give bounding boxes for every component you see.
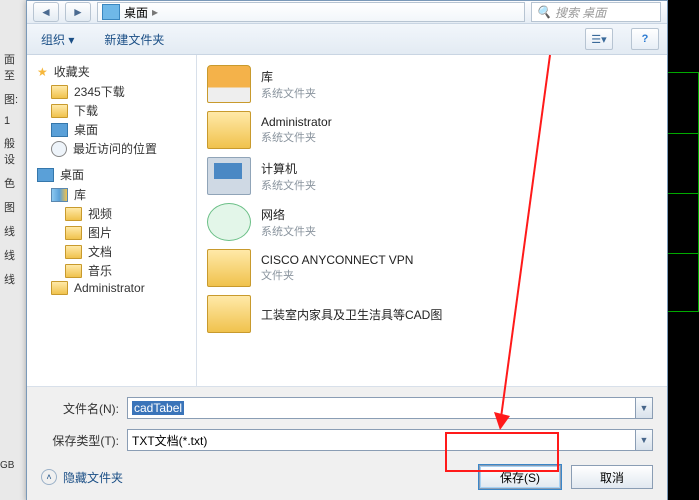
nav-tree[interactable]: ★ 收藏夹 2345下载 下载 桌面 最近访问的位置 桌面 库 视频 图片	[27, 55, 197, 386]
tree-item-desktop[interactable]: 桌面	[37, 120, 192, 139]
nav-back-button[interactable]: ◄	[33, 2, 59, 22]
desktop-icon	[102, 4, 120, 20]
folder-icon	[207, 157, 251, 195]
toolbar: 组织 ▾ 新建文件夹 ☰▾ ?	[27, 24, 667, 55]
tree-item-2345[interactable]: 2345下载	[37, 82, 192, 101]
library-icon	[51, 188, 68, 202]
save-button[interactable]: 保存(S)	[479, 465, 561, 489]
clock-icon	[51, 141, 67, 157]
filename-label: 文件名(N):	[41, 400, 119, 417]
organize-menu[interactable]: 组织 ▾	[35, 28, 80, 51]
folder-icon	[51, 85, 68, 99]
tree-item-pictures[interactable]: 图片	[37, 223, 192, 242]
desktop-icon	[37, 168, 54, 182]
filetype-value: TXT文档(*.txt)	[132, 432, 207, 449]
filetype-label: 保存类型(T):	[41, 432, 119, 449]
tree-item-recent[interactable]: 最近访问的位置	[37, 139, 192, 158]
hide-folders-link[interactable]: ˄ 隐藏文件夹	[41, 469, 123, 486]
folder-icon	[207, 203, 251, 241]
tree-desktop[interactable]: 桌面	[37, 166, 192, 183]
tree-item-downloads[interactable]: 下载	[37, 101, 192, 120]
nav-forward-button[interactable]: ►	[65, 2, 91, 22]
tree-favorites[interactable]: ★ 收藏夹	[37, 63, 192, 80]
list-item[interactable]: Administrator系统文件夹	[201, 107, 663, 153]
list-item-subtitle: 系统文件夹	[261, 177, 316, 193]
save-as-dialog: ◄ ► 桌面 ▸ 🔍 搜索 桌面 组织 ▾ 新建文件夹 ☰▾ ?	[26, 0, 668, 500]
host-app-sidebar: 面至图: 1般设 色图 线线 线 GB	[0, 0, 26, 500]
new-folder-button[interactable]: 新建文件夹	[98, 28, 170, 51]
folder-icon	[65, 245, 82, 259]
folder-icon	[207, 111, 251, 149]
tree-item-music[interactable]: 音乐	[37, 261, 192, 280]
folder-icon	[51, 104, 68, 118]
file-list[interactable]: 库系统文件夹Administrator系统文件夹计算机系统文件夹网络系统文件夹C…	[197, 55, 667, 386]
list-item-title: 库	[261, 68, 316, 85]
dropdown-icon[interactable]: ▼	[635, 398, 652, 418]
search-icon: 🔍	[536, 5, 551, 19]
list-item-title: Administrator	[261, 115, 332, 129]
titlebar: ◄ ► 桌面 ▸ 🔍 搜索 桌面	[27, 1, 667, 24]
search-placeholder: 搜索 桌面	[555, 4, 606, 21]
view-mode-button[interactable]: ☰▾	[585, 28, 613, 50]
dropdown-icon[interactable]: ▼	[635, 430, 652, 450]
cancel-button[interactable]: 取消	[571, 465, 653, 489]
tree-item-documents[interactable]: 文档	[37, 242, 192, 261]
tree-item-video[interactable]: 视频	[37, 204, 192, 223]
folder-icon	[207, 65, 251, 103]
list-item-title: 计算机	[261, 160, 316, 177]
star-icon: ★	[37, 65, 48, 79]
folder-icon	[207, 249, 251, 287]
help-button[interactable]: ?	[631, 28, 659, 50]
list-item[interactable]: 网络系统文件夹	[201, 199, 663, 245]
folder-icon	[65, 226, 82, 240]
filetype-select[interactable]: TXT文档(*.txt) ▼	[127, 429, 653, 451]
folder-icon	[207, 295, 251, 333]
folder-icon	[51, 281, 68, 295]
list-item[interactable]: 库系统文件夹	[201, 61, 663, 107]
bottom-panel: 文件名(N): cadTabel ▼ 保存类型(T): TXT文档(*.txt)…	[27, 386, 667, 500]
list-item[interactable]: 工装室内家具及卫生洁具等CAD图	[201, 291, 663, 337]
tree-item-admin[interactable]: Administrator	[37, 280, 192, 296]
breadcrumb[interactable]: 桌面 ▸	[97, 2, 525, 22]
list-item-subtitle: 系统文件夹	[261, 129, 332, 145]
folder-icon	[65, 207, 82, 221]
list-item-title: CISCO ANYCONNECT VPN	[261, 253, 413, 267]
list-item-title: 网络	[261, 206, 316, 223]
filename-value: cadTabel	[132, 401, 184, 415]
list-item-subtitle: 系统文件夹	[261, 223, 316, 239]
desktop-icon	[51, 123, 68, 137]
list-item[interactable]: CISCO ANYCONNECT VPN文件夹	[201, 245, 663, 291]
chevron-up-icon: ˄	[41, 469, 57, 485]
tree-library[interactable]: 库	[37, 185, 192, 204]
chevron-right-icon: ▸	[152, 5, 158, 19]
background-editor	[664, 0, 699, 500]
breadcrumb-location: 桌面	[124, 4, 148, 21]
list-item-title: 工装室内家具及卫生洁具等CAD图	[261, 306, 442, 323]
folder-icon	[65, 264, 82, 278]
filename-input[interactable]: cadTabel ▼	[127, 397, 653, 419]
search-input[interactable]: 🔍 搜索 桌面	[531, 2, 661, 22]
list-item-subtitle: 文件夹	[261, 267, 413, 283]
list-item[interactable]: 计算机系统文件夹	[201, 153, 663, 199]
list-item-subtitle: 系统文件夹	[261, 85, 316, 101]
